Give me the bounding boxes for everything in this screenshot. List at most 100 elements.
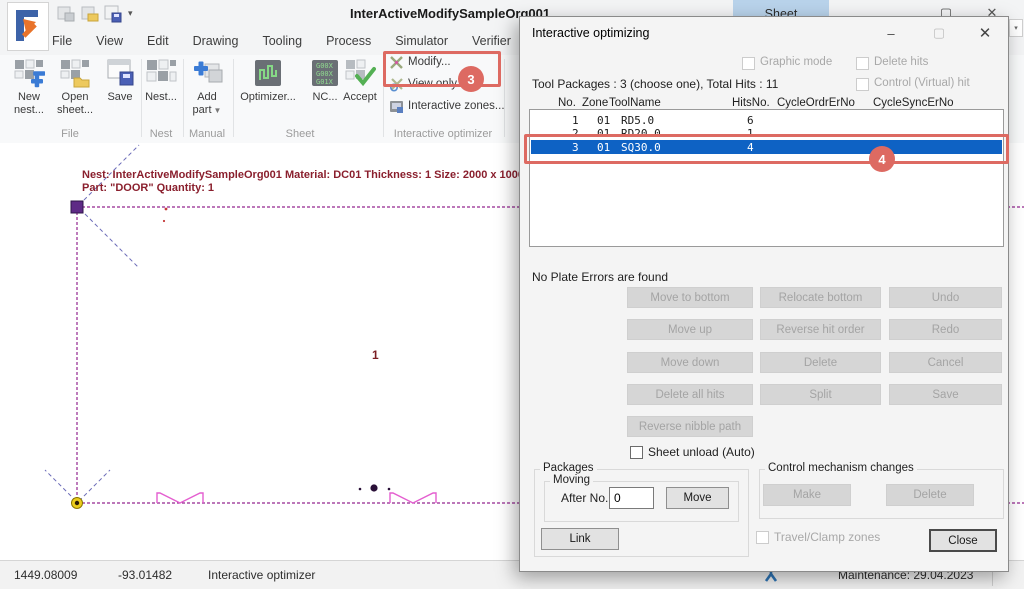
nest-info-text: Nest: InterActiveModifySampleOrg001 Mate… [82, 169, 563, 195]
menu-view[interactable]: View [96, 34, 123, 48]
modify-icon [389, 55, 404, 70]
menu-drawing[interactable]: Drawing [193, 34, 239, 48]
delete-button[interactable]: Delete [760, 352, 881, 373]
dialog-title: Interactive optimizing [532, 26, 649, 40]
app-logo[interactable] [7, 2, 49, 51]
relocate-bottom-button[interactable]: Relocate bottom [760, 287, 881, 308]
make-button[interactable]: Make [763, 484, 851, 506]
annotation-badge-4: 4 [869, 146, 895, 172]
new-nest-label: New nest... [14, 91, 44, 117]
sheet-unload-label: Sheet unload (Auto) [648, 445, 755, 459]
interactive-zones-button[interactable]: Interactive zones... [389, 96, 505, 116]
qat-open-icon[interactable] [80, 5, 100, 23]
move-button[interactable]: Move [666, 487, 729, 509]
view-only-button[interactable]: View only... [389, 74, 466, 94]
interactive-optimizing-dialog: Interactive optimizing – ▢ ✕ Graphic mod… [519, 16, 1009, 572]
dialog-maximize-button: ▢ [924, 21, 954, 45]
menu-tooling[interactable]: Tooling [262, 34, 302, 48]
optimizer-button[interactable]: Optimizer... [238, 58, 298, 104]
travel-clamp-zones-checkbox[interactable] [756, 531, 769, 544]
delete-all-hits-button[interactable]: Delete all hits [627, 384, 753, 405]
add-part-caret-icon: ▼ [214, 106, 222, 115]
status-coord-y: -93.01482 [118, 568, 172, 582]
add-part-label: Add part▼ [193, 91, 222, 117]
move-up-button[interactable]: Move up [627, 319, 753, 340]
accept-label: Accept [343, 91, 377, 104]
nc-icon: G00X G00X G01X [311, 58, 339, 88]
view-only-icon [389, 77, 404, 92]
status-mode: Interactive optimizer [208, 568, 315, 582]
packages-group-label: Packages [540, 462, 597, 474]
svg-text:G00X: G00X [316, 70, 334, 78]
ribbon-scroll-button[interactable]: ▾ [1009, 19, 1023, 37]
cancel-button[interactable]: Cancel [889, 352, 1002, 373]
after-no-input[interactable] [609, 487, 654, 509]
plate-errors-message: No Plate Errors are found [532, 270, 668, 284]
ribbon-group-sheet: Sheet [270, 128, 330, 140]
nest-button[interactable]: Nest... [138, 58, 184, 104]
table-row[interactable]: 2 01 RD20.0 1 [531, 126, 1002, 140]
undo-button[interactable]: Undo [889, 287, 1002, 308]
graphic-mode-label: Graphic mode [760, 56, 832, 68]
svg-text:G00X: G00X [316, 62, 334, 70]
qat-save-icon[interactable] [56, 5, 76, 23]
save-button-dialog[interactable]: Save [889, 384, 1002, 405]
menu-edit[interactable]: Edit [147, 34, 169, 48]
graphic-mode-checkbox[interactable] [742, 57, 755, 70]
open-sheet-icon [59, 58, 91, 88]
svg-text:G01X: G01X [316, 78, 334, 86]
optimizer-icon [254, 58, 282, 88]
annotation-badge-3: 3 [458, 66, 484, 92]
close-button[interactable]: Close [929, 529, 997, 552]
menu-verifier[interactable]: Verifier [472, 34, 511, 48]
add-part-button[interactable]: Add part▼ [184, 58, 230, 117]
after-no-label: After No. [561, 491, 608, 505]
ribbon-group-interactive-optimizer: Interactive optimizer [383, 128, 503, 140]
nest-label: Nest... [145, 91, 177, 104]
table-row-selected[interactable]: 3 01 SQ30.0 4 [531, 140, 1002, 154]
dialog-minimize-button[interactable]: – [876, 21, 906, 45]
dialog-close-icon[interactable]: ✕ [970, 21, 1000, 45]
modify-button[interactable]: Modify... [389, 52, 451, 72]
interactive-zones-icon [389, 99, 404, 114]
new-nest-button[interactable]: New nest... [6, 58, 52, 117]
status-coord-x: 1449.08009 [14, 568, 77, 582]
split-button[interactable]: Split [760, 384, 881, 405]
menu-simulator[interactable]: Simulator [395, 34, 448, 48]
reverse-nibble-path-button[interactable]: Reverse nibble path [627, 416, 753, 437]
part-count-label: 1 [372, 348, 379, 362]
save-label: Save [107, 91, 132, 104]
qat-save-sheet-icon[interactable] [103, 5, 123, 23]
save-icon [104, 58, 136, 88]
move-down-button[interactable]: Move down [627, 352, 753, 373]
modify-label: Modify... [408, 56, 451, 68]
col-header-zone: Zone [582, 97, 608, 109]
open-sheet-button[interactable]: Open sheet... [52, 58, 98, 117]
save-button[interactable]: Save [97, 58, 143, 104]
redo-button[interactable]: Redo [889, 319, 1002, 340]
moving-group-label: Moving [550, 474, 593, 486]
new-nest-icon [13, 58, 45, 88]
control-virtual-hit-label: Control (Virtual) hit [874, 77, 970, 89]
sheet-unload-checkbox[interactable] [630, 446, 643, 459]
interactive-zones-label: Interactive zones... [408, 100, 505, 112]
delete-hits-checkbox[interactable] [856, 57, 869, 70]
accept-icon [344, 58, 376, 88]
nest-info-line1: Nest: InterActiveModifySampleOrg001 Mate… [82, 169, 563, 182]
col-header-toolname: ToolName [609, 97, 661, 109]
delete-mechanism-button[interactable]: Delete [886, 484, 974, 506]
accept-button[interactable]: Accept [337, 58, 383, 104]
add-part-icon [191, 58, 223, 88]
menu-process[interactable]: Process [326, 34, 371, 48]
link-button[interactable]: Link [541, 528, 619, 550]
nest-info-line2: Part: "DOOR" Quantity: 1 [82, 182, 563, 195]
optimizer-label: Optimizer... [240, 91, 296, 104]
qat-customize-icon[interactable]: ▾ [128, 8, 133, 19]
control-virtual-hit-checkbox[interactable] [856, 78, 869, 91]
tool-packages-listbox[interactable]: 1 01 RD5.0 6 2 01 RD20.0 1 3 01 SQ30.0 4 [529, 109, 1004, 247]
menu-file[interactable]: File [52, 34, 72, 48]
reverse-hit-order-button[interactable]: Reverse hit order [760, 319, 881, 340]
move-to-bottom-button[interactable]: Move to bottom [627, 287, 753, 308]
table-row[interactable]: 1 01 RD5.0 6 [531, 113, 1002, 127]
application-window: ▾ InterActiveModifySampleOrg001 Sheet ▢ … [0, 0, 1024, 589]
